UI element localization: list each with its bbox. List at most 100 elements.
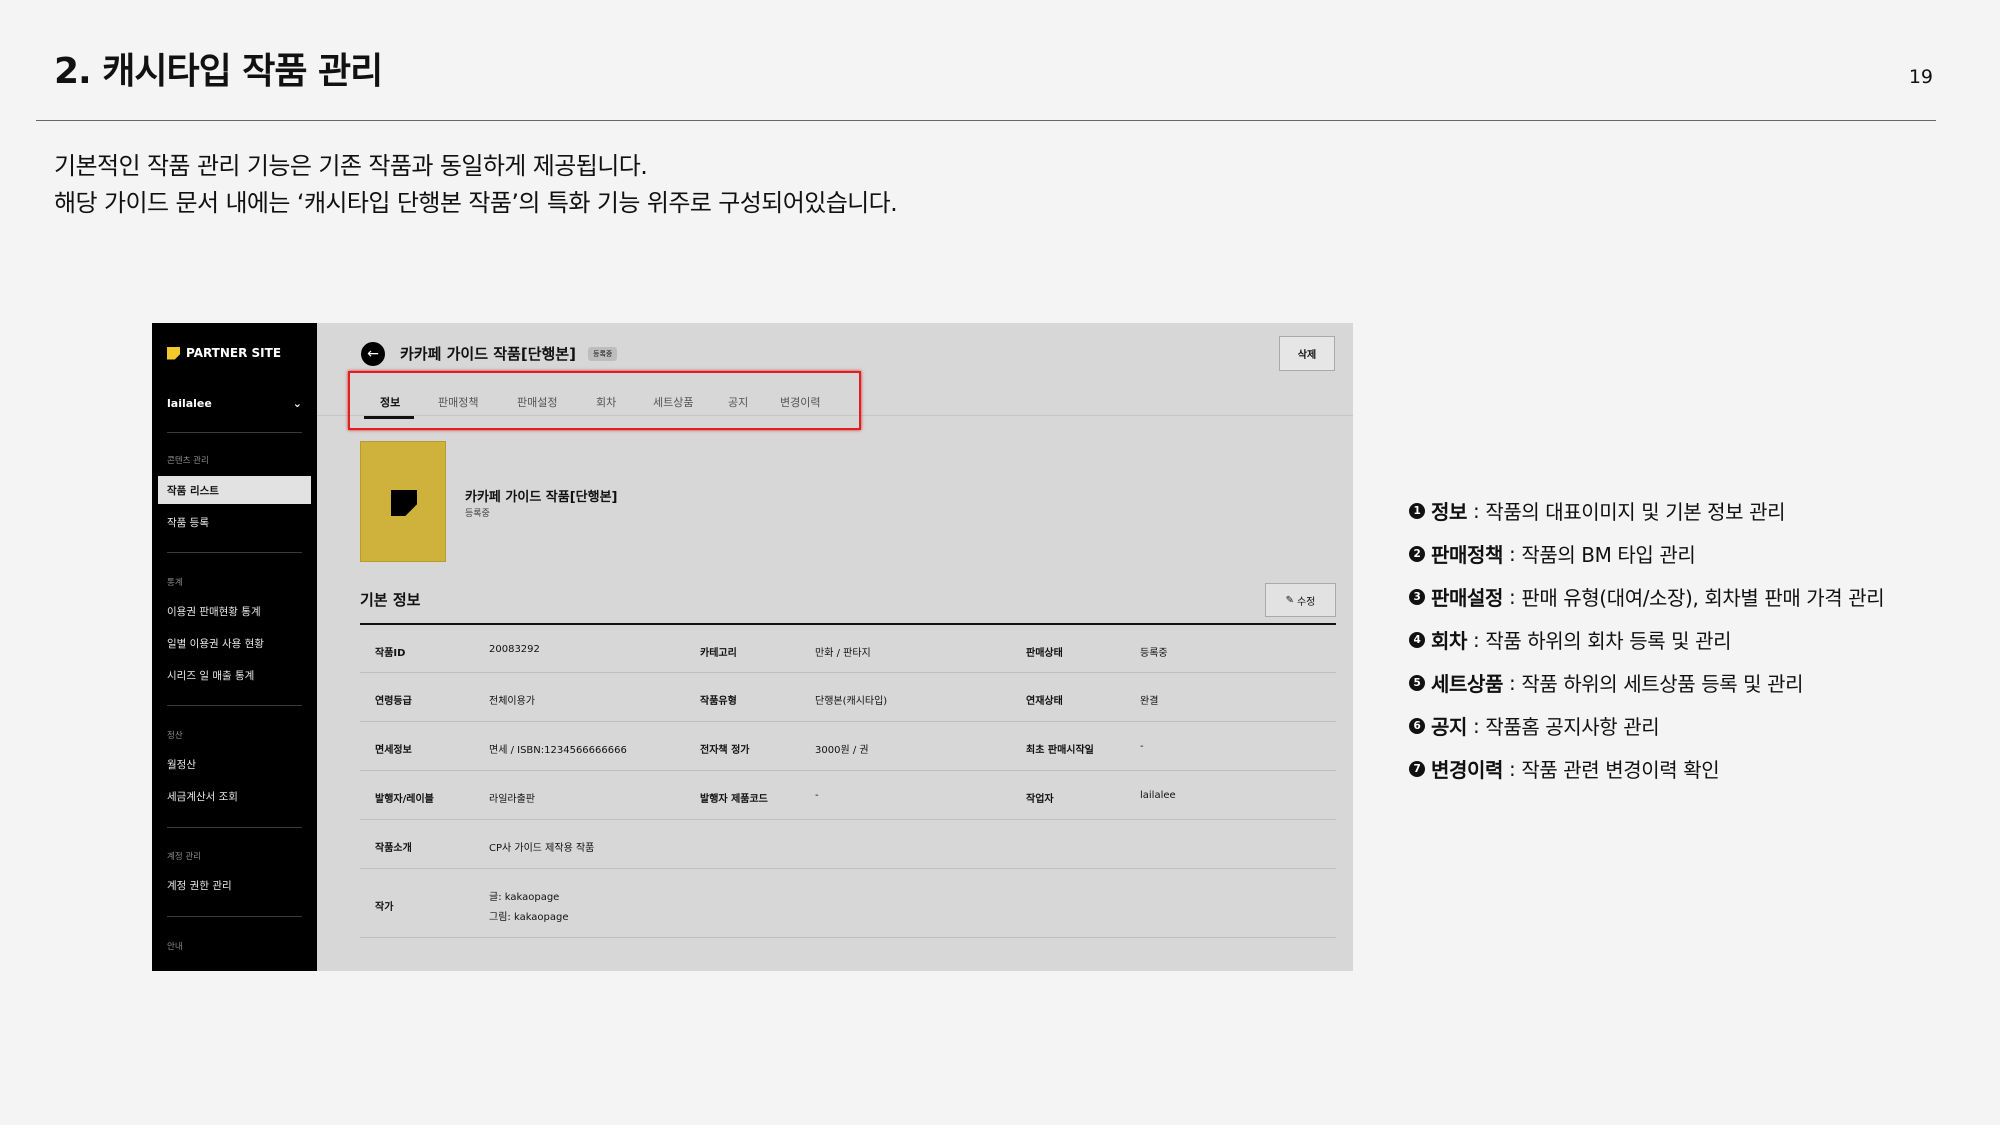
field-value: 20083292 bbox=[489, 644, 540, 655]
page-title: 카카페 가이드 작품[단행본] bbox=[400, 345, 576, 363]
field-value: lailalee bbox=[1140, 790, 1176, 801]
sidebar-item-work-list[interactable]: 작품 리스트 bbox=[158, 476, 311, 504]
sidebar-item-daily-usage[interactable]: 일별 이용권 사용 현황 bbox=[167, 636, 264, 651]
field-label: 카테고리 bbox=[700, 648, 737, 659]
tab-set-products[interactable]: 세트상품 bbox=[653, 394, 693, 410]
table-row: 작품ID 20083292 카테고리 만화 / 판타지 판매상태 등록중 bbox=[360, 625, 1336, 673]
number-badge: 1 bbox=[1409, 502, 1425, 519]
sidebar-group-label: 콘텐츠 관리 bbox=[167, 456, 209, 466]
field-label: 연재상태 bbox=[1026, 696, 1063, 707]
field-label: 작가 bbox=[375, 902, 394, 913]
field-label: 면세정보 bbox=[375, 745, 412, 756]
sidebar-item-account-permissions[interactable]: 계정 권한 관리 bbox=[167, 878, 232, 893]
feature-legend: 1 정보 : 작품의 대표이미지 및 기본 정보 관리 2 판매정책 : 작품의… bbox=[1409, 489, 1885, 790]
field-value: 글: kakaopage bbox=[489, 892, 560, 903]
tab-sales-policy[interactable]: 판매정책 bbox=[438, 394, 478, 410]
field-value: CP사 가이드 제작용 작품 bbox=[489, 843, 595, 854]
legend-colon: : bbox=[1473, 498, 1480, 523]
legend-description: 작품의 대표이미지 및 기본 정보 관리 bbox=[1485, 500, 1786, 524]
number-badge: 4 bbox=[1409, 631, 1425, 648]
field-value: 만화 / 판타지 bbox=[815, 648, 871, 659]
table-row: 연령등급 전체이용가 작품유형 단행본(캐시타입) 연재상태 완결 bbox=[360, 673, 1336, 722]
user-menu[interactable]: lailalee ⌄ bbox=[167, 397, 302, 410]
field-label: 전자책 정가 bbox=[700, 745, 750, 756]
tab-bar-highlight: 정보 판매정책 판매설정 회차 세트상품 공지 변경이력 bbox=[348, 371, 861, 430]
sidebar-item-monthly-settlement[interactable]: 월정산 bbox=[167, 757, 196, 772]
sidebar-item-work-register[interactable]: 작품 등록 bbox=[167, 515, 209, 530]
field-value: 단행본(캐시타입) bbox=[815, 696, 888, 707]
tab-sales-settings[interactable]: 판매설정 bbox=[517, 394, 557, 410]
status-badge: 등록중 bbox=[588, 347, 618, 361]
legend-keyword: 회차 bbox=[1431, 629, 1467, 653]
legend-keyword: 판매정책 bbox=[1431, 543, 1503, 567]
legend-keyword: 세트상품 bbox=[1431, 672, 1503, 696]
legend-description: 작품 하위의 세트상품 등록 및 관리 bbox=[1521, 672, 1804, 696]
legend-description: 작품 관련 변경이력 확인 bbox=[1521, 758, 1720, 782]
intro-line: 기본적인 작품 관리 기능은 기존 작품과 동일하게 제공됩니다. bbox=[54, 152, 648, 180]
tab-info[interactable]: 정보 bbox=[380, 394, 400, 410]
field-label: 작업자 bbox=[1026, 794, 1054, 805]
sidebar-group-label: 계정 관리 bbox=[167, 852, 201, 862]
legend-colon: : bbox=[1473, 713, 1480, 738]
section-title: 기본 정보 bbox=[360, 591, 421, 609]
number-badge: 2 bbox=[1409, 545, 1425, 562]
sidebar-divider bbox=[167, 827, 302, 828]
user-name: lailalee bbox=[167, 397, 212, 410]
legend-description: 판매 유형(대여/소장), 회차별 판매 가격 관리 bbox=[1521, 586, 1885, 610]
number-badge: 5 bbox=[1409, 674, 1425, 691]
field-value: 등록중 bbox=[1140, 648, 1168, 659]
tab-notice[interactable]: 공지 bbox=[728, 394, 748, 410]
sidebar-divider bbox=[167, 705, 302, 706]
chevron-down-icon: ⌄ bbox=[292, 397, 302, 410]
delete-button[interactable]: 삭제 bbox=[1279, 336, 1335, 371]
tab-episodes[interactable]: 회차 bbox=[596, 394, 616, 410]
field-label: 발행자/레이블 bbox=[375, 794, 434, 805]
back-button[interactable]: ← bbox=[361, 342, 385, 366]
field-value: 완결 bbox=[1140, 696, 1159, 707]
page-number: 19 bbox=[1908, 66, 1933, 88]
list-item: 5 세트상품 : 작품 하위의 세트상품 등록 및 관리 bbox=[1409, 661, 1884, 704]
field-label: 발행자 제품코드 bbox=[700, 794, 768, 805]
edit-label: 수정 bbox=[1296, 596, 1316, 608]
list-item: 2 판매정책 : 작품의 BM 타입 관리 bbox=[1409, 532, 1884, 575]
logo-text: PARTNER SITE bbox=[186, 346, 282, 360]
field-label: 연령등급 bbox=[375, 696, 412, 707]
partner-site-screenshot: PARTNER SITE lailalee ⌄ 콘텐츠 관리 작품 리스트 작품… bbox=[152, 323, 1353, 971]
field-label: 작품유형 bbox=[700, 696, 737, 707]
sidebar-group-label: 정산 bbox=[167, 731, 183, 741]
field-value: - bbox=[1140, 741, 1144, 752]
field-value: 전체이용가 bbox=[489, 696, 535, 707]
table-row: 작가 글: kakaopage 그림: kakaopage bbox=[360, 869, 1336, 938]
logo-icon bbox=[167, 346, 180, 360]
field-value: - bbox=[815, 790, 819, 801]
legend-colon: : bbox=[1473, 627, 1480, 652]
legend-colon: : bbox=[1509, 756, 1516, 781]
legend-keyword: 공지 bbox=[1431, 715, 1467, 739]
list-item: 3 판매설정 : 판매 유형(대여/소장), 회차별 판매 가격 관리 bbox=[1409, 575, 1885, 618]
list-item: 4 회차 : 작품 하위의 회차 등록 및 관리 bbox=[1409, 618, 1884, 661]
legend-description: 작품홈 공지사항 관리 bbox=[1485, 715, 1660, 739]
title-divider bbox=[36, 120, 1936, 121]
field-value: 라일라출판 bbox=[489, 794, 535, 805]
list-item: 1 정보 : 작품의 대표이미지 및 기본 정보 관리 bbox=[1409, 489, 1884, 532]
sidebar: PARTNER SITE lailalee ⌄ 콘텐츠 관리 작품 리스트 작품… bbox=[152, 323, 317, 971]
logo[interactable]: PARTNER SITE bbox=[167, 346, 281, 360]
number-badge: 3 bbox=[1409, 588, 1425, 605]
work-cover-image bbox=[360, 441, 446, 562]
sidebar-divider bbox=[167, 552, 302, 553]
cover-logo-icon bbox=[391, 490, 417, 516]
tab-change-history[interactable]: 변경이력 bbox=[780, 394, 820, 410]
sidebar-item-ticket-stats[interactable]: 이용권 판매현황 통계 bbox=[167, 604, 261, 619]
list-item: 6 공지 : 작품홈 공지사항 관리 bbox=[1409, 704, 1884, 747]
legend-keyword: 변경이력 bbox=[1431, 758, 1503, 782]
sidebar-item-tax-invoice[interactable]: 세금계산서 조회 bbox=[167, 789, 238, 804]
intro-text: 기본적인 작품 관리 기능은 기존 작품과 동일하게 제공됩니다. 해당 가이드… bbox=[54, 148, 898, 222]
field-label: 작품ID bbox=[375, 648, 406, 659]
field-value: 면세 / ISBN:1234566666666 bbox=[489, 745, 627, 756]
legend-keyword: 판매설정 bbox=[1431, 586, 1503, 610]
work-status: 등록중 bbox=[465, 509, 490, 519]
sidebar-item-series-sales[interactable]: 시리즈 일 매출 통계 bbox=[167, 668, 254, 683]
intro-line: 해당 가이드 문서 내에는 ‘캐시타입 단행본 작품’의 특화 기능 위주로 구… bbox=[54, 189, 898, 217]
pencil-icon: ✎ bbox=[1285, 594, 1294, 606]
edit-button[interactable]: ✎ 수정 bbox=[1265, 583, 1336, 617]
